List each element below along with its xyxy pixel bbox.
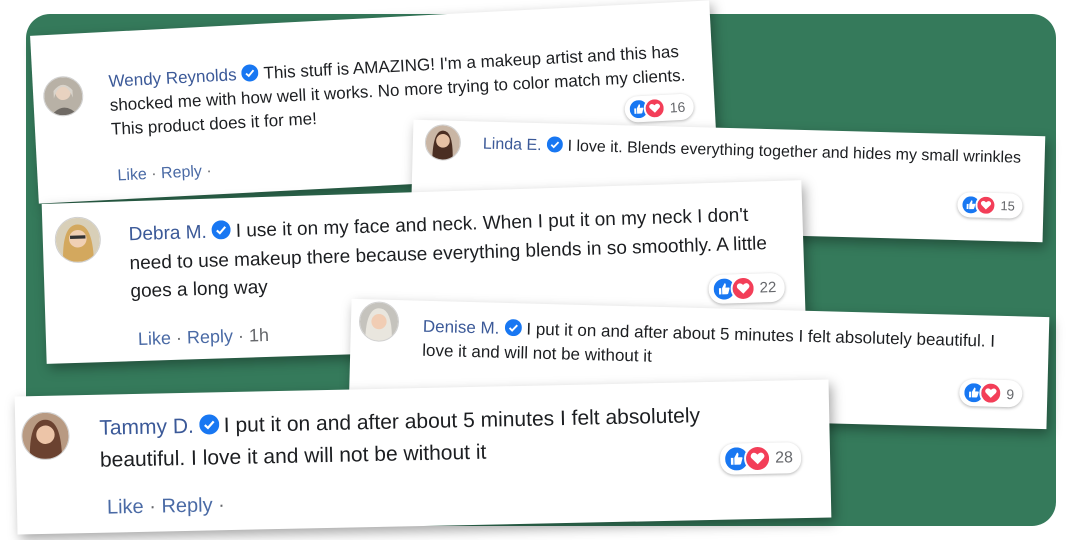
comment-actions: Like · Reply · (117, 162, 213, 185)
avatar[interactable] (42, 75, 85, 118)
reaction-count: 28 (774, 448, 794, 467)
comment-actions: Like · Reply · (106, 494, 226, 519)
verified-badge-icon (211, 220, 231, 240)
reaction-summary[interactable]: 28 (719, 442, 802, 475)
reply-link[interactable]: Reply (187, 326, 234, 347)
avatar[interactable] (20, 411, 70, 461)
reaction-summary[interactable]: 16 (624, 93, 694, 123)
reaction-summary[interactable]: 15 (957, 192, 1024, 219)
like-link[interactable]: Like (138, 328, 172, 349)
commenter-name[interactable]: Tammy D. (99, 415, 194, 440)
commenter-name[interactable]: Wendy Reynolds (108, 65, 237, 91)
reaction-summary[interactable]: 9 (958, 378, 1023, 408)
verified-badge-icon (198, 414, 219, 435)
verified-badge-icon (504, 319, 522, 337)
verified-badge-icon (241, 64, 259, 82)
comment-text: I love it. Blends everything together an… (567, 137, 1022, 167)
reaction-count: 15 (1000, 198, 1016, 214)
reaction-count: 22 (759, 278, 777, 297)
reply-link[interactable]: Reply (161, 494, 213, 517)
reaction-count: 16 (669, 98, 686, 116)
love-reaction-icon (979, 381, 1003, 405)
love-reaction-icon (743, 444, 772, 473)
reaction-summary[interactable]: 22 (708, 272, 785, 305)
comment-timestamp[interactable]: 1h (249, 325, 270, 346)
commenter-name[interactable]: Debra M. (128, 222, 207, 245)
comment-body: Denise M. I put it on and after about 5 m… (422, 315, 1013, 379)
like-link[interactable]: Like (117, 166, 147, 185)
avatar[interactable] (358, 301, 400, 343)
love-reaction-icon (975, 194, 997, 217)
comment-body: Linda E. I love it. Blends everything tog… (483, 134, 1023, 171)
like-link[interactable]: Like (107, 496, 144, 519)
commenter-name[interactable]: Denise M. (423, 317, 500, 338)
reaction-count: 9 (1006, 385, 1015, 402)
comment-card-tammy: Tammy D. I put it on and after about 5 mi… (14, 379, 832, 535)
avatar[interactable] (54, 216, 102, 264)
comment-body: Debra M. I use it on my face and neck. Wh… (128, 201, 780, 307)
avatar[interactable] (424, 124, 462, 161)
verified-badge-icon (546, 136, 563, 153)
love-reaction-icon (730, 275, 757, 302)
reply-link[interactable]: Reply (161, 163, 203, 182)
love-reaction-icon (643, 96, 667, 120)
comment-actions: Like · Reply · 1h (137, 324, 270, 350)
commenter-name[interactable]: Linda E. (483, 136, 542, 155)
comment-body: Tammy D. I put it on and after about 5 mi… (99, 398, 790, 475)
